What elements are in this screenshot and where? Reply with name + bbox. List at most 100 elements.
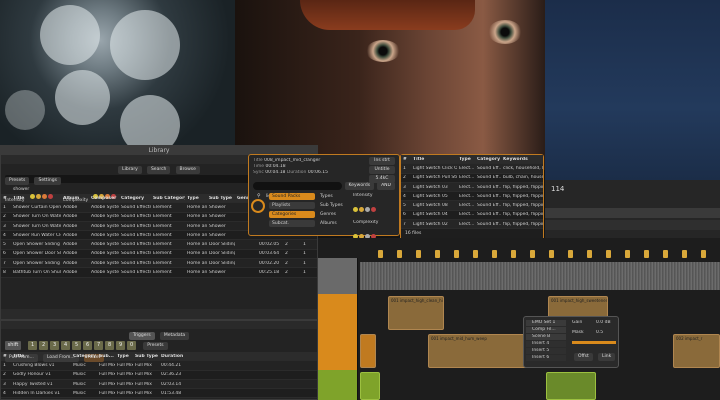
right-eye: [488, 20, 522, 44]
table-row[interactable]: 6 Light Switch 04 Elect... Sound Eff... flip…: [401, 210, 543, 221]
browse-tab[interactable]: Browse: [175, 166, 200, 174]
table-row[interactable]: 7 Light Switch 02 Elect... Sound Eff... flip…: [401, 220, 543, 230]
table-cell: 3: [3, 223, 6, 229]
filter-albums[interactable]: Albums: [317, 220, 351, 227]
table-cell: Element: [153, 204, 172, 210]
table-row[interactable]: 5 Light Switch 08 Elect... Sound Eff... flip…: [401, 201, 543, 211]
intensity-dots[interactable]: [353, 199, 397, 218]
library-tab[interactable]: Library: [118, 166, 142, 174]
table-row[interactable]: 6 Open Shower Door Slid...Adobe Adobe Syst…: [1, 249, 317, 260]
marker[interactable]: [663, 250, 668, 258]
table-row[interactable]: 4 Hidden In Darkies v1 Music Full Mix Full M…: [1, 389, 317, 399]
audio-waveform[interactable]: [360, 262, 720, 290]
marker[interactable]: [397, 250, 402, 258]
popup-item[interactable]: Insert 4: [526, 341, 566, 347]
table-cell: Elect...: [459, 212, 475, 218]
track-header-2[interactable]: [318, 294, 358, 332]
table-cell: Adobe Syste...: [91, 270, 119, 276]
table-cell: 2: [285, 242, 288, 248]
marker[interactable]: [587, 250, 592, 258]
filter-categories[interactable]: Categories: [269, 211, 315, 218]
marker-lane[interactable]: [545, 220, 720, 230]
table-row[interactable]: 1 Crushing Blows v1 Music Full Mix Full Mix F…: [1, 361, 317, 371]
table-row[interactable]: 5 Open Shower Sliding Gl...Adobe Adobe Sys…: [1, 240, 317, 250]
filter-genres[interactable]: Genres: [317, 211, 351, 218]
marker[interactable]: [435, 250, 440, 258]
popup-item[interactable]: Comp Fil...: [526, 327, 566, 333]
trigger-key-9[interactable]: 9: [116, 341, 126, 350]
table-cell: Door Sliding: [209, 251, 235, 257]
track-header-1[interactable]: [318, 258, 358, 294]
marker[interactable]: [511, 250, 516, 258]
table-cell: flip, flipped, flipping,...: [503, 221, 543, 227]
table-cell: Element: [153, 214, 172, 220]
filter-playlists[interactable]: Playlists: [269, 202, 315, 209]
marker[interactable]: [568, 250, 573, 258]
and-toggle[interactable]: AND: [377, 182, 395, 190]
timeline-ruler[interactable]: [545, 208, 720, 218]
table-cell: Full Mix: [117, 362, 133, 368]
filter-sound-packs[interactable]: Sound Packs: [269, 193, 315, 200]
marker[interactable]: [625, 250, 630, 258]
table-cell: 2: [3, 214, 6, 220]
marker[interactable]: [644, 250, 649, 258]
marker[interactable]: [606, 250, 611, 258]
filter-types[interactable]: Types: [317, 193, 351, 200]
filter-subcat[interactable]: Subcat.: [269, 220, 315, 227]
gain-slider[interactable]: [572, 341, 616, 344]
table-row[interactable]: 7 Open Shower Sliding Gl...Adobe Adobe Sys…: [1, 259, 317, 269]
table-cell: 00:03.64: [259, 251, 280, 257]
search-field[interactable]: ⚲ light switch.: [253, 182, 342, 199]
popup-item[interactable]: Insert 5: [526, 348, 566, 354]
settings-dropdown[interactable]: Settings: [34, 177, 61, 185]
marker[interactable]: [454, 250, 459, 258]
trigger-key-8[interactable]: 8: [105, 341, 115, 350]
clip-impact-high[interactable]: 001 impact_high_clean_high: [388, 296, 444, 330]
marker[interactable]: [549, 250, 554, 258]
rate-button[interactable]: 5.4kC: [369, 175, 395, 183]
popup-item[interactable]: EMO Set 1: [526, 320, 566, 326]
table-row[interactable]: 2 Light Switch Pull StringElect...Sound E…: [401, 173, 543, 183]
mask-value[interactable]: 0.5: [596, 330, 603, 336]
popup-item[interactable]: Insert 6: [526, 355, 566, 361]
table-cell: Element: [153, 223, 172, 229]
clip-impact-mid[interactable]: 001 impact_mid_hum_weep: [428, 334, 528, 368]
table-cell: Element: [153, 232, 172, 238]
link-button[interactable]: Link: [598, 353, 616, 361]
table-row[interactable]: 8 Bathtub Turn On Shul... Adobe Adobe Syste…: [1, 268, 317, 278]
ins-start-button[interactable]: Ins strt: [369, 157, 395, 165]
table-cell: 2: [3, 372, 6, 378]
table-row[interactable]: 4 Light Switch 05 Elect... Sound Eff... flip…: [401, 192, 543, 202]
filter-sub-types[interactable]: Sub Types: [317, 202, 351, 209]
presets-dropdown[interactable]: Presets: [143, 342, 168, 350]
track-header-4[interactable]: [318, 370, 358, 400]
table-row[interactable]: 3 Happy Twisted v1 Music Full Mix Full Mix Fu…: [1, 380, 317, 390]
clip-green-2[interactable]: [546, 372, 596, 400]
table-row[interactable]: 1 Light Switch Click Off Elect... Sound Eff…: [401, 164, 543, 174]
marker[interactable]: [682, 250, 687, 258]
marker[interactable]: [473, 250, 478, 258]
marker[interactable]: [492, 250, 497, 258]
clip-impact-r[interactable]: 002 impact_r: [673, 334, 720, 368]
table-row[interactable]: 2 Godly Honour v1 Music Full Mix Full Mix Ful…: [1, 370, 317, 380]
marker[interactable]: [701, 250, 706, 258]
offset-button[interactable]: Offst: [574, 353, 593, 361]
gain-value[interactable]: 0.0 dB: [596, 320, 611, 326]
keywords-dropdown[interactable]: Keywords: [344, 182, 375, 190]
marker[interactable]: [416, 250, 421, 258]
table-row[interactable]: 3 Light Switch 03 Elect... Sound Eff... flip…: [401, 183, 543, 193]
clip-green-1[interactable]: [360, 372, 380, 400]
marker[interactable]: [530, 250, 535, 258]
table-cell: Adobe: [63, 251, 78, 257]
marker[interactable]: [378, 250, 383, 258]
results-table-header: # Title Type Category Keywords: [401, 155, 543, 165]
power-icon[interactable]: [251, 199, 265, 213]
search-tab[interactable]: Search: [146, 166, 171, 174]
trigger-key-0[interactable]: 0: [127, 341, 137, 350]
table-cell: 1: [303, 270, 306, 276]
table-cell: Music: [73, 362, 86, 368]
track-header-3[interactable]: [318, 332, 358, 370]
clip-short[interactable]: [360, 334, 376, 368]
untitle-button[interactable]: Untitle: [369, 166, 395, 174]
popup-item[interactable]: Scene B: [526, 334, 566, 340]
